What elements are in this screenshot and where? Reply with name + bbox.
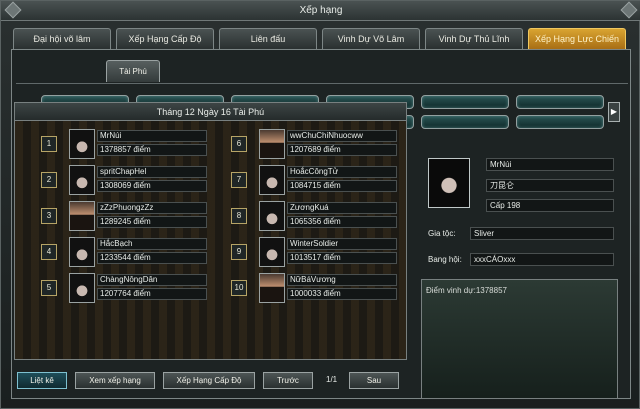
selected-player-level: Cấp 198 xyxy=(486,199,614,212)
selected-player-nickname: 刀昆仑 xyxy=(486,179,614,192)
rank-badge: 3 xyxy=(41,208,57,224)
player-name: wwChuChiNhuocww xyxy=(287,130,397,142)
tab-xep-hang-luc-chien[interactable]: Xếp Hạng Lực Chiến xyxy=(528,28,626,49)
ranking-entry[interactable]: 6 wwChuChiNhuocww 1207689 điểm xyxy=(231,127,401,161)
level-ranking-button[interactable]: Xếp Hạng Cấp Độ xyxy=(163,372,255,389)
rank-badge: 2 xyxy=(41,172,57,188)
avatar xyxy=(69,201,95,231)
ranking-title: Tháng 12 Ngày 16 Tài Phú xyxy=(15,103,406,121)
window-title: Xếp hạng xyxy=(299,5,343,16)
avatar xyxy=(69,237,95,267)
scroll-right-arrow-icon[interactable]: ▶ xyxy=(608,102,620,122)
avatar xyxy=(259,165,285,195)
avatar xyxy=(259,129,285,159)
player-name: NữBáVương xyxy=(287,274,397,286)
gang-value: xxxCÁOxxx xyxy=(470,253,614,266)
avatar xyxy=(259,273,285,303)
selected-player-avatar xyxy=(428,158,470,208)
ranking-entry[interactable]: 8 ZươngKuá 1065356 điểm xyxy=(231,199,401,233)
ranking-entry[interactable]: 4 HắcBạch 1233544 điểm xyxy=(41,235,211,269)
player-points: 1065356 điểm xyxy=(287,216,397,228)
avatar xyxy=(259,201,285,231)
next-page-button[interactable]: Sau xyxy=(349,372,399,389)
rank-badge: 1 xyxy=(41,136,57,152)
gang-label: Bang hội: xyxy=(428,255,462,264)
rank-badge: 6 xyxy=(231,136,247,152)
player-name: ZươngKuá xyxy=(287,202,397,214)
tab-vinh-du-thu-linh[interactable]: Vinh Dự Thủ Lĩnh xyxy=(425,28,523,49)
ranking-entry[interactable]: 5 ChàngNôngDân 1207764 điểm xyxy=(41,271,211,305)
player-name: MrNúi xyxy=(97,130,207,142)
player-points: 1378857 điểm xyxy=(97,144,207,156)
family-label: Gia tộc: xyxy=(428,229,456,238)
tab-vinh-du-vo-lam[interactable]: Vinh Dự Võ Lâm xyxy=(322,28,420,49)
corner-ornament-icon xyxy=(4,1,22,19)
player-points: 1233544 điểm xyxy=(97,252,207,264)
ranking-entry[interactable]: 7 HoắcCôngTử 1084715 điểm xyxy=(231,163,401,197)
category-slot[interactable] xyxy=(516,115,604,129)
player-name: HoắcCôngTử xyxy=(287,166,397,178)
rank-badge: 5 xyxy=(41,280,57,296)
player-points: 1013517 điểm xyxy=(287,252,397,264)
player-name: spritChapHel xyxy=(97,166,207,178)
avatar xyxy=(69,273,95,303)
rank-badge: 7 xyxy=(231,172,247,188)
category-slot[interactable] xyxy=(516,95,604,109)
avatar xyxy=(69,129,95,159)
ranking-list-panel: Tháng 12 Ngày 16 Tài Phú 1 MrNúi 1378857… xyxy=(14,102,407,360)
player-points: 1207689 điểm xyxy=(287,144,397,156)
list-button[interactable]: Liệt kê xyxy=(17,372,67,389)
honor-points: Điểm vinh dự:1378857 xyxy=(426,286,507,295)
rank-badge: 8 xyxy=(231,208,247,224)
window-titlebar: Xếp hạng xyxy=(1,1,640,21)
selected-player-name: MrNúi xyxy=(486,158,614,171)
corner-ornament-icon xyxy=(620,1,638,19)
ranking-window: Xếp hạng Đại hội võ lâm Xếp Hạng Cấp Độ … xyxy=(0,0,640,409)
rank-badge: 4 xyxy=(41,244,57,260)
player-name: WinterSoldier xyxy=(287,238,397,250)
ranking-entry[interactable]: 10 NữBáVương 1000033 điểm xyxy=(231,271,401,305)
ranking-entry[interactable]: 9 WinterSoldier 1013517 điểm xyxy=(231,235,401,269)
tab-lien-dau[interactable]: Liên đấu xyxy=(219,28,317,49)
prev-page-button[interactable]: Trước xyxy=(263,372,313,389)
player-name: zZzPhuongzZz xyxy=(97,202,207,214)
avatar xyxy=(259,237,285,267)
rank-badge: 10 xyxy=(231,280,247,296)
subtab-tai-phu[interactable]: Tài Phú xyxy=(106,60,160,82)
view-ranking-button[interactable]: Xem xếp hạng xyxy=(75,372,155,389)
player-points: 1308069 điểm xyxy=(97,180,207,192)
tab-xep-hang-cap-do[interactable]: Xếp Hạng Cấp Độ xyxy=(116,28,214,49)
category-slot[interactable] xyxy=(421,115,509,129)
honor-panel: Điểm vinh dự:1378857 xyxy=(421,279,618,399)
player-name: ChàngNôngDân xyxy=(97,274,207,286)
ranking-entry[interactable]: 1 MrNúi 1378857 điểm xyxy=(41,127,211,161)
rank-badge: 9 xyxy=(231,244,247,260)
page-indicator: 1/1 xyxy=(326,375,338,384)
player-points: 1000033 điểm xyxy=(287,288,397,300)
ranking-entry[interactable]: 2 spritChapHel 1308069 điểm xyxy=(41,163,211,197)
player-points: 1084715 điểm xyxy=(287,180,397,192)
player-name: HắcBạch xyxy=(97,238,207,250)
player-points: 1289245 điểm xyxy=(97,216,207,228)
family-value: Sliver xyxy=(470,227,614,240)
category-slot[interactable] xyxy=(421,95,509,109)
ranking-entry[interactable]: 3 zZzPhuongzZz 1289245 điểm xyxy=(41,199,211,233)
avatar xyxy=(69,165,95,195)
tab-dai-hoi-vo-lam[interactable]: Đại hội võ lâm xyxy=(13,28,111,49)
player-points: 1207764 điểm xyxy=(97,288,207,300)
